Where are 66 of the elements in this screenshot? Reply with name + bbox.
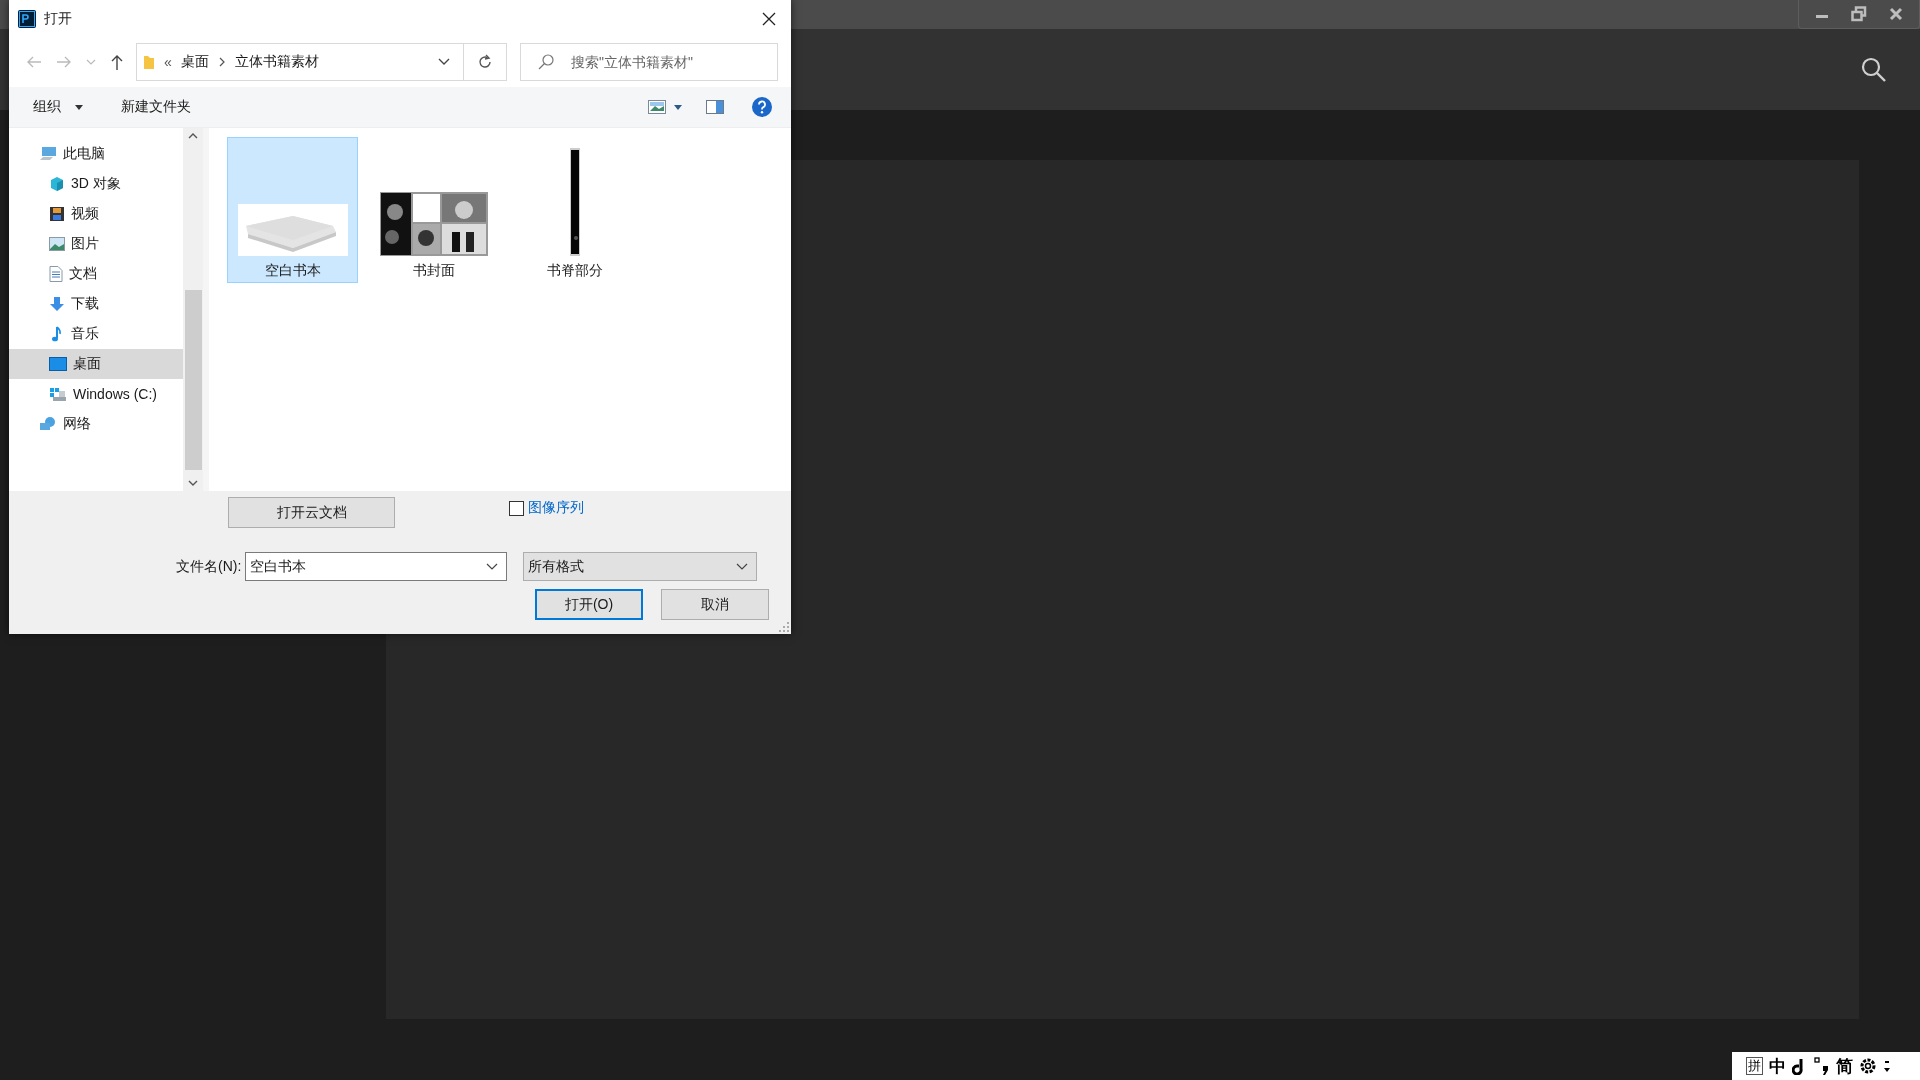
- caret-icon[interactable]: [674, 104, 682, 110]
- ime-mode-button[interactable]: 拼: [1746, 1057, 1763, 1075]
- open-cloud-button[interactable]: 打开云文档: [228, 497, 395, 528]
- cancel-button[interactable]: 取消: [661, 589, 769, 620]
- restore-icon[interactable]: [1851, 6, 1867, 22]
- file-item[interactable]: 书脊部分: [509, 137, 640, 283]
- breadcrumb-item[interactable]: 桌面: [180, 53, 209, 71]
- ime-button[interactable]: 中: [1769, 1054, 1786, 1078]
- search-icon[interactable]: [1861, 56, 1887, 83]
- filename-label: 文件名(N):: [176, 557, 242, 576]
- sidebar-item[interactable]: 3D 对象: [9, 169, 183, 199]
- checkbox[interactable]: [509, 500, 524, 516]
- search-icon: [538, 54, 554, 70]
- ime-button[interactable]: 简: [1836, 1054, 1853, 1078]
- punctuation-icon[interactable]: [1814, 1057, 1830, 1075]
- up-icon[interactable]: [110, 54, 124, 70]
- preview-pane-icon[interactable]: [706, 100, 724, 114]
- close-icon[interactable]: [762, 11, 776, 26]
- file-item[interactable]: 空白书本: [227, 137, 358, 283]
- checkbox-label[interactable]: 图像序列: [528, 499, 584, 517]
- monitor-icon: [49, 357, 67, 371]
- sidebar-item[interactable]: 下载: [9, 289, 183, 319]
- folder-icon: [143, 54, 155, 70]
- filename-field[interactable]: 空白书本: [245, 552, 508, 581]
- scroll-down-icon[interactable]: [188, 480, 198, 486]
- sidebar-item[interactable]: 视频: [9, 199, 183, 229]
- chevron-down-icon[interactable]: [486, 562, 499, 571]
- breadcrumb-item[interactable]: 立体书籍素材: [234, 53, 319, 71]
- search-field[interactable]: 搜索"立体书籍素材": [520, 43, 778, 81]
- document-icon: [49, 266, 63, 282]
- sidebar-item[interactable]: 音乐: [9, 319, 183, 349]
- address-bar[interactable]: « 桌面 立体书籍素材: [136, 43, 464, 81]
- drive-icon: [49, 386, 67, 402]
- new-folder-button[interactable]: 新建文件夹: [117, 94, 195, 120]
- open-button[interactable]: 打开(O): [535, 589, 643, 620]
- down-arrow-icon: [49, 296, 65, 312]
- refresh-button[interactable]: [464, 43, 507, 81]
- cube-icon: [49, 176, 65, 192]
- sidebar-item[interactable]: 文档: [9, 259, 183, 289]
- network-icon: [39, 416, 57, 432]
- file-type-dropdown[interactable]: 所有格式: [523, 552, 758, 581]
- sidebar-item[interactable]: 网络: [9, 409, 183, 439]
- sidebar-item[interactable]: Windows (C:): [9, 379, 183, 409]
- scroll-up-icon[interactable]: [188, 133, 198, 139]
- scrollbar[interactable]: [183, 128, 203, 491]
- help-icon[interactable]: [752, 97, 772, 117]
- refresh-icon: [477, 54, 493, 70]
- computer-icon: [39, 146, 57, 162]
- gear-icon[interactable]: [1859, 1057, 1877, 1075]
- overflow-chevron[interactable]: «: [164, 54, 172, 70]
- resize-grip-icon[interactable]: [779, 622, 789, 632]
- chevron-down-icon[interactable]: [437, 57, 451, 67]
- film-icon: [49, 206, 65, 222]
- file-item[interactable]: 书封面: [368, 137, 499, 283]
- organize-menu-button[interactable]: 组织: [29, 94, 87, 120]
- view-icon[interactable]: [648, 100, 666, 114]
- sidebar-item[interactable]: 桌面: [9, 349, 183, 379]
- more-icon[interactable]: [1883, 1058, 1891, 1074]
- dialog-title: 打开: [44, 9, 72, 28]
- chevron-right-icon[interactable]: [217, 57, 226, 67]
- image-icon: [49, 237, 65, 251]
- app-icon: [18, 9, 36, 28]
- chevron-down-icon[interactable]: [736, 562, 749, 571]
- sidebar-item[interactable]: 图片: [9, 229, 183, 259]
- sidebar-item[interactable]: 此电脑: [9, 139, 183, 169]
- caret-icon: [75, 104, 83, 110]
